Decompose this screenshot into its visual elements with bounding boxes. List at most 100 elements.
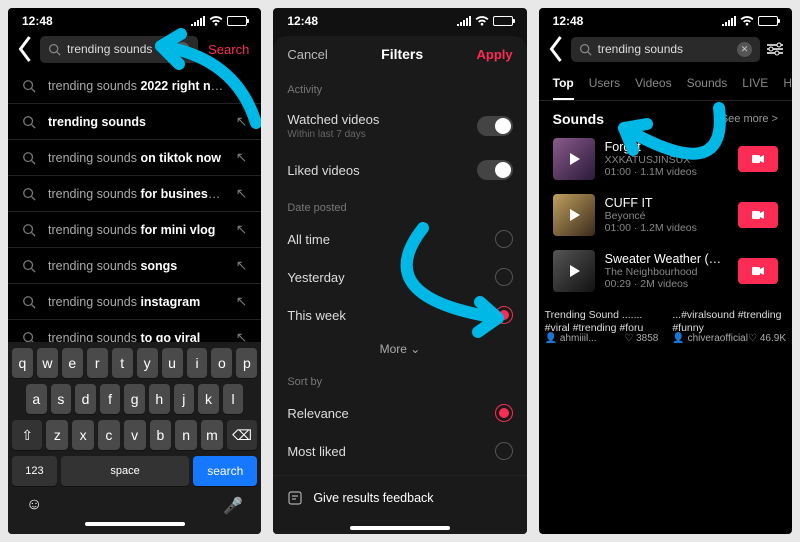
key-z[interactable]: z: [46, 420, 68, 450]
radio-button[interactable]: [495, 306, 513, 324]
filter-watched-videos[interactable]: Watched videos Within last 7 days: [273, 102, 526, 150]
tab-videos[interactable]: Videos: [635, 76, 671, 100]
cancel-button[interactable]: Cancel: [287, 47, 327, 62]
key-j[interactable]: j: [174, 384, 195, 414]
filter-icon[interactable]: [766, 42, 784, 56]
search-icon: [22, 223, 36, 237]
filter-label: This week: [287, 308, 346, 323]
mic-icon[interactable]: 🎤: [223, 496, 243, 516]
sound-artist: The Neighbourhood: [605, 266, 728, 278]
tab-hashtags[interactable]: Hashtag: [783, 76, 792, 100]
tab-top[interactable]: Top: [553, 76, 574, 100]
key-k[interactable]: k: [198, 384, 219, 414]
toggle-switch[interactable]: [477, 116, 513, 136]
key-y[interactable]: y: [137, 348, 158, 378]
key-shift[interactable]: ⇧: [12, 420, 42, 450]
radio-button[interactable]: [495, 268, 513, 286]
suggestion-row[interactable]: trending sounds for businesses ↖: [8, 176, 261, 212]
filter-liked-videos[interactable]: Liked videos: [273, 150, 526, 190]
radio-button[interactable]: [495, 404, 513, 422]
key-d[interactable]: d: [75, 384, 96, 414]
key-w[interactable]: w: [37, 348, 58, 378]
key-c[interactable]: c: [98, 420, 120, 450]
record-button[interactable]: [738, 146, 778, 172]
sound-thumbnail[interactable]: [553, 250, 595, 292]
key-l[interactable]: l: [223, 384, 244, 414]
clear-icon[interactable]: ✕: [737, 42, 752, 57]
filter-all-time[interactable]: All time: [273, 220, 526, 258]
key-b[interactable]: b: [150, 420, 172, 450]
filter-yesterday[interactable]: Yesterday: [273, 258, 526, 296]
see-more-link[interactable]: See more >: [721, 113, 778, 125]
suggestion-text: trending sounds on tiktok now: [48, 151, 224, 165]
key-123[interactable]: 123: [12, 456, 57, 486]
search-input[interactable]: trending sounds ✕: [571, 37, 760, 62]
sound-thumbnail[interactable]: [553, 138, 595, 180]
emoji-icon[interactable]: ☺: [26, 496, 42, 516]
sound-item[interactable]: CUFF IT Beyoncé 01:00 · 1.2M videos: [539, 187, 792, 243]
suggestion-row[interactable]: trending sounds songs ↖: [8, 248, 261, 284]
insert-icon[interactable]: ↖: [236, 293, 248, 310]
key-x[interactable]: x: [72, 420, 94, 450]
insert-icon[interactable]: ↖: [236, 77, 248, 94]
suggestion-row[interactable]: trending sounds ↖: [8, 104, 261, 140]
insert-icon[interactable]: ↖: [236, 149, 248, 166]
tab-live[interactable]: LIVE: [742, 76, 768, 100]
apply-button[interactable]: Apply: [477, 47, 513, 62]
video-column: Last born 😭 8h ago ...#viralsound #trend…: [666, 305, 792, 350]
key-o[interactable]: o: [211, 348, 232, 378]
sound-item[interactable]: Sweater Weather (Sped Up) The Neighbourh…: [539, 243, 792, 299]
home-indicator[interactable]: [85, 522, 185, 526]
insert-icon[interactable]: ↖: [236, 221, 248, 238]
sound-thumbnail[interactable]: [553, 194, 595, 236]
filter-this-week[interactable]: This week: [273, 296, 526, 334]
search-header: trending sounds | ✕ Search: [8, 30, 261, 68]
sound-item[interactable]: Forget XXKATUSJINSUX 01:00 · 1.1M videos: [539, 131, 792, 187]
key-space[interactable]: space: [61, 456, 189, 486]
back-icon[interactable]: [547, 34, 565, 64]
key-e[interactable]: e: [62, 348, 83, 378]
key-u[interactable]: u: [162, 348, 183, 378]
home-indicator[interactable]: [350, 526, 450, 530]
key-q[interactable]: q: [12, 348, 33, 378]
suggestion-row[interactable]: trending sounds to go viral ↖: [8, 320, 261, 342]
filter-most-liked[interactable]: Most liked: [273, 432, 526, 470]
record-button[interactable]: [738, 202, 778, 228]
key-m[interactable]: m: [201, 420, 223, 450]
suggestion-row[interactable]: trending sounds 2022 right now ↖: [8, 68, 261, 104]
key-v[interactable]: v: [124, 420, 146, 450]
radio-button[interactable]: [495, 442, 513, 460]
key-h[interactable]: h: [149, 384, 170, 414]
search-button[interactable]: Search: [204, 42, 253, 57]
insert-icon[interactable]: ↖: [236, 185, 248, 202]
filter-relevance[interactable]: Relevance: [273, 394, 526, 432]
insert-icon[interactable]: ↖: [236, 257, 248, 274]
record-button[interactable]: [738, 258, 778, 284]
key-n[interactable]: n: [175, 420, 197, 450]
key-i[interactable]: i: [187, 348, 208, 378]
clear-icon[interactable]: ✕: [175, 42, 190, 57]
insert-icon[interactable]: ↖: [236, 329, 248, 342]
key-t[interactable]: t: [112, 348, 133, 378]
suggestion-row[interactable]: trending sounds instagram ↖: [8, 284, 261, 320]
key-r[interactable]: r: [87, 348, 108, 378]
key-f[interactable]: f: [100, 384, 121, 414]
key-p[interactable]: p: [236, 348, 257, 378]
key-search[interactable]: search: [193, 456, 257, 486]
feedback-button[interactable]: Give results feedback: [273, 475, 526, 520]
toggle-switch[interactable]: [477, 160, 513, 180]
more-button[interactable]: More ⌄: [273, 334, 526, 364]
key-backspace[interactable]: ⌫: [227, 420, 257, 450]
key-s[interactable]: s: [51, 384, 72, 414]
insert-icon[interactable]: ↖: [236, 113, 248, 130]
suggestion-row[interactable]: trending sounds on tiktok now ↖: [8, 140, 261, 176]
suggestion-row[interactable]: trending sounds for mini vlog ↖: [8, 212, 261, 248]
back-icon[interactable]: [16, 34, 34, 64]
tab-users[interactable]: Users: [589, 76, 620, 100]
sounds-heading: Sounds: [553, 111, 604, 127]
tab-sounds[interactable]: Sounds: [687, 76, 728, 100]
key-g[interactable]: g: [124, 384, 145, 414]
radio-button[interactable]: [495, 230, 513, 248]
key-a[interactable]: a: [26, 384, 47, 414]
search-input[interactable]: trending sounds | ✕: [40, 36, 198, 63]
